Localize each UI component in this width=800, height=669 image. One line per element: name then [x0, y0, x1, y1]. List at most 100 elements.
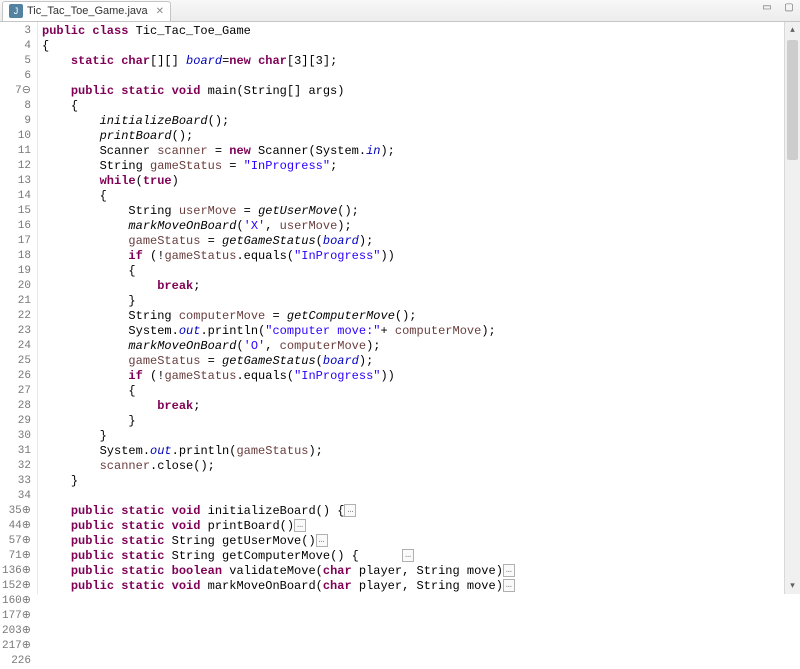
line-number: 15: [0, 204, 37, 219]
code-line: String computerMove = getComputerMove();: [42, 309, 800, 324]
line-number: 23: [0, 324, 37, 339]
code-line: String userMove = getUserMove();: [42, 204, 800, 219]
line-number: 177⊕: [0, 609, 37, 624]
code-line: public class Tic_Tac_Toe_Game: [42, 24, 800, 39]
editor-tab[interactable]: J Tic_Tac_Toe_Game.java ✕: [2, 1, 171, 21]
code-line: scanner.close();: [42, 459, 800, 474]
code-line: }: [42, 429, 800, 444]
code-line: markMoveOnBoard('X', userMove);: [42, 219, 800, 234]
code-line: }: [42, 474, 800, 489]
line-number: 31: [0, 444, 37, 459]
line-number: 35⊕: [0, 504, 37, 519]
line-number: 57⊕: [0, 534, 37, 549]
fold-indicator[interactable]: …: [316, 534, 328, 547]
code-line: System.out.println("computer move:"+ com…: [42, 324, 800, 339]
line-number: 160⊕: [0, 594, 37, 609]
line-number: 7⊖: [0, 84, 37, 99]
minimize-icon[interactable]: ▭: [760, 2, 774, 13]
line-number: 34: [0, 489, 37, 504]
code-line: }: [42, 294, 800, 309]
line-number: 6: [0, 69, 37, 84]
line-number: 71⊕: [0, 549, 37, 564]
line-number: 29: [0, 414, 37, 429]
line-number: 21: [0, 294, 37, 309]
code-line: printBoard();: [42, 129, 800, 144]
code-line: {: [42, 189, 800, 204]
line-number: 12: [0, 159, 37, 174]
line-number: 28: [0, 399, 37, 414]
line-number: 19: [0, 264, 37, 279]
gutter: 34567⊖8910111213141516171819202122232425…: [0, 22, 38, 594]
tab-bar: J Tic_Tac_Toe_Game.java ✕ ▭ ▢: [0, 0, 800, 22]
editor-area: 34567⊖8910111213141516171819202122232425…: [0, 22, 800, 594]
code-line: Scanner scanner = new Scanner(System.in)…: [42, 144, 800, 159]
code-line: {: [42, 39, 800, 54]
code-line: gameStatus = getGameStatus(board);: [42, 354, 800, 369]
code-line: public static void printBoard()…: [42, 519, 800, 534]
line-number: 13: [0, 174, 37, 189]
line-number: 14: [0, 189, 37, 204]
line-number: 30: [0, 429, 37, 444]
code-line: static char[][] board=new char[3][3];: [42, 54, 800, 69]
line-number: 217⊕: [0, 639, 37, 654]
line-number: 17: [0, 234, 37, 249]
code-line: public static boolean validateMove(char …: [42, 564, 800, 579]
line-number: 203⊕: [0, 624, 37, 639]
line-number: 16: [0, 219, 37, 234]
line-number: 5: [0, 54, 37, 69]
line-number: 26: [0, 369, 37, 384]
maximize-icon[interactable]: ▢: [782, 2, 796, 13]
code-line: {: [42, 384, 800, 399]
code-line: initializeBoard();: [42, 114, 800, 129]
fold-indicator[interactable]: …: [402, 549, 414, 562]
fold-indicator[interactable]: …: [503, 564, 515, 577]
line-number: 9: [0, 114, 37, 129]
code-line: System.out.println(gameStatus);: [42, 444, 800, 459]
java-file-icon: J: [9, 4, 23, 18]
line-number: 25: [0, 354, 37, 369]
line-number: 27: [0, 384, 37, 399]
code-line: break;: [42, 399, 800, 414]
line-number: 33: [0, 474, 37, 489]
code-line: [42, 69, 800, 84]
code-line: public static String getUserMove()…: [42, 534, 800, 549]
line-number: 22: [0, 309, 37, 324]
code-line: {: [42, 264, 800, 279]
code-line: if (!gameStatus.equals("InProgress")): [42, 249, 800, 264]
code-line: public static void initializeBoard() {…: [42, 504, 800, 519]
code-line: public static void markMoveOnBoard(char …: [42, 579, 800, 594]
code-line: }: [42, 414, 800, 429]
scroll-down-arrow[interactable]: ▾: [785, 578, 800, 594]
code-line: markMoveOnBoard('O', computerMove);: [42, 339, 800, 354]
line-number: 11: [0, 144, 37, 159]
close-tab-icon[interactable]: ✕: [156, 6, 164, 17]
code-line: gameStatus = getGameStatus(board);: [42, 234, 800, 249]
line-number: 152⊕: [0, 579, 37, 594]
tab-filename: Tic_Tac_Toe_Game.java: [27, 5, 148, 17]
code-line: public static void main(String[] args): [42, 84, 800, 99]
code-content[interactable]: public class Tic_Tac_Toe_Game{ static ch…: [38, 22, 800, 594]
line-number: 10: [0, 129, 37, 144]
code-line: if (!gameStatus.equals("InProgress")): [42, 369, 800, 384]
line-number: 226: [0, 654, 37, 669]
line-number: 136⊕: [0, 564, 37, 579]
code-line: public static String getComputerMove() {…: [42, 549, 800, 564]
scroll-thumb[interactable]: [787, 40, 798, 160]
code-line: [42, 489, 800, 504]
code-line: String gameStatus = "InProgress";: [42, 159, 800, 174]
line-number: 44⊕: [0, 519, 37, 534]
code-line: break;: [42, 279, 800, 294]
fold-indicator[interactable]: …: [503, 579, 515, 592]
code-line: while(true): [42, 174, 800, 189]
fold-indicator[interactable]: …: [344, 504, 356, 517]
line-number: 32: [0, 459, 37, 474]
line-number: 18: [0, 249, 37, 264]
line-number: 20: [0, 279, 37, 294]
vertical-scrollbar[interactable]: ▴ ▾: [784, 22, 800, 594]
window-controls: ▭ ▢: [760, 2, 796, 13]
line-number: 3: [0, 24, 37, 39]
line-number: 4: [0, 39, 37, 54]
scroll-up-arrow[interactable]: ▴: [785, 22, 800, 38]
fold-indicator[interactable]: …: [294, 519, 306, 532]
line-number: 8: [0, 99, 37, 114]
